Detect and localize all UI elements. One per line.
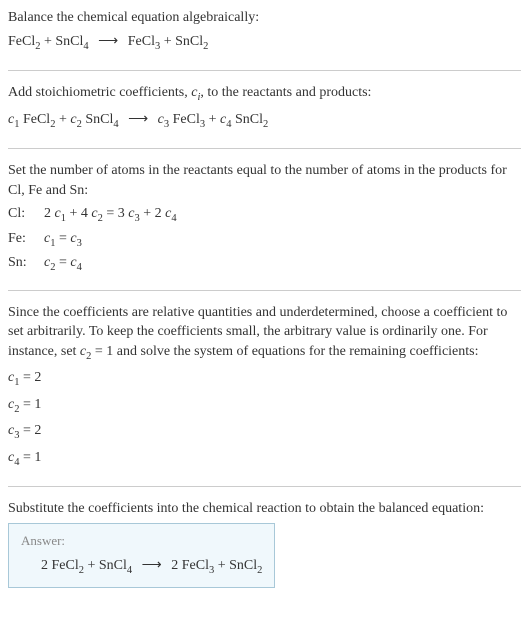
answer-label: Answer: <box>21 532 262 550</box>
section-coefficients: Add stoichiometric coefficients, ci, to … <box>8 83 521 149</box>
atom-eq-cl: 2 c1 + 4 c2 = 3 c3 + 2 c4 <box>44 204 177 226</box>
balanced-equation: 2 FeCl2 + SnCl4 ⟶ 2 FeCl3 + SnCl2 <box>21 556 262 578</box>
atom-eq-fe: c1 = c3 <box>44 229 82 251</box>
solution-c2: c2 = 1 <box>8 395 521 417</box>
atom-balance-table: Cl: 2 c1 + 4 c2 = 3 c3 + 2 c4 Fe: c1 = c… <box>8 204 521 275</box>
problem-title: Balance the chemical equation algebraica… <box>8 8 521 28</box>
coeff-equation: c1 FeCl2 + c2 SnCl4 ⟶ c3 FeCl3 + c4 SnCl… <box>8 110 521 132</box>
section-atom-balance: Set the number of atoms in the reactants… <box>8 161 521 291</box>
answer-box: Answer: 2 FeCl2 + SnCl4 ⟶ 2 FeCl3 + SnCl… <box>8 523 275 588</box>
atom-eq-sn: c2 = c4 <box>44 253 82 275</box>
solve-text: Since the coefficients are relative quan… <box>8 303 521 365</box>
section-problem: Balance the chemical equation algebraica… <box>8 8 521 71</box>
atom-row: Cl: 2 c1 + 4 c2 = 3 c3 + 2 c4 <box>8 204 521 226</box>
atom-label-sn: Sn: <box>8 253 36 275</box>
unbalanced-equation: FeCl2 + SnCl4 ⟶ FeCl3 + SnCl2 <box>8 32 521 54</box>
solution-c1: c1 = 2 <box>8 368 521 390</box>
atom-label-cl: Cl: <box>8 204 36 226</box>
solution-c3: c3 = 2 <box>8 421 521 443</box>
solution-c4: c4 = 1 <box>8 448 521 470</box>
atom-row: Fe: c1 = c3 <box>8 229 521 251</box>
section-answer: Substitute the coefficients into the che… <box>8 499 521 599</box>
section-solve: Since the coefficients are relative quan… <box>8 303 521 488</box>
substitute-text: Substitute the coefficients into the che… <box>8 499 521 519</box>
atom-balance-text: Set the number of atoms in the reactants… <box>8 161 521 200</box>
atom-label-fe: Fe: <box>8 229 36 251</box>
coeff-text: Add stoichiometric coefficients, ci, to … <box>8 83 521 105</box>
atom-row: Sn: c2 = c4 <box>8 253 521 275</box>
